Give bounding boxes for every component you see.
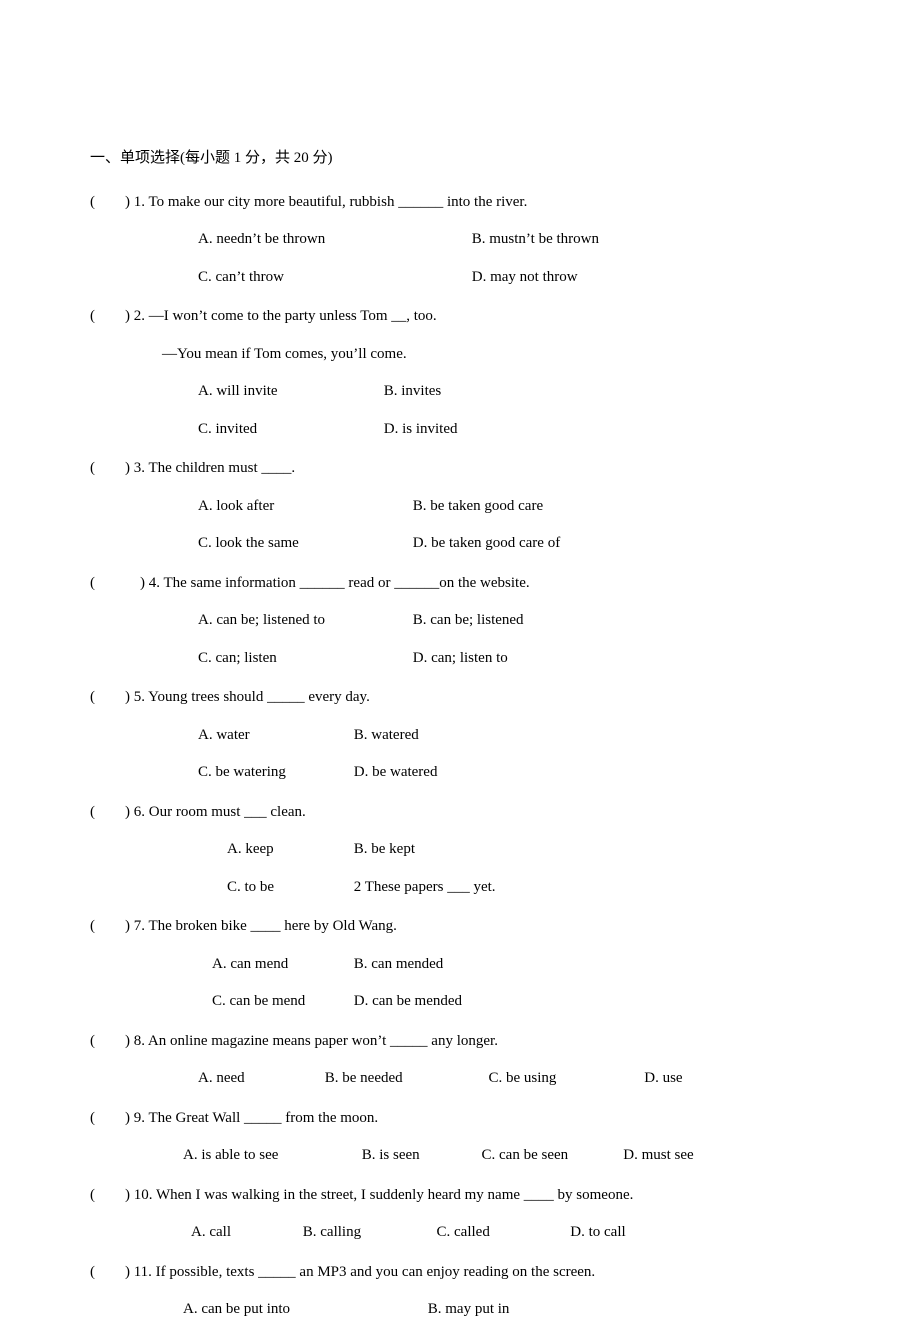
question-3-options-row1: A. look after B. be taken good care — [90, 488, 830, 526]
option-4C[interactable]: C. can; listen — [198, 640, 409, 678]
question-11-stem: ( ) 11. If possible, texts _____ an MP3 … — [90, 1254, 830, 1292]
option-6B[interactable]: B. be kept — [354, 831, 415, 869]
question-10: ( ) 10. When I was walking in the street… — [90, 1177, 830, 1252]
option-2B[interactable]: B. invites — [384, 373, 442, 411]
option-5A[interactable]: A. water — [198, 717, 350, 755]
question-2-options-row2: C. invited D. is invited — [90, 411, 830, 449]
question-9: ( ) 9. The Great Wall _____ from the moo… — [90, 1100, 830, 1175]
question-5-options-row1: A. water B. watered — [90, 717, 830, 755]
question-10-options-row1: A. call B. calling C. called D. to call — [90, 1214, 830, 1252]
question-6-options-row2: C. to be 2 These papers ___ yet. — [90, 869, 830, 907]
question-3-options-row2: C. look the same D. be taken good care o… — [90, 525, 830, 563]
question-2-options-row1: A. will invite B. invites — [90, 373, 830, 411]
option-1A[interactable]: A. needn’t be thrown — [198, 221, 468, 259]
option-3D[interactable]: D. be taken good care of — [413, 525, 560, 563]
option-9D[interactable]: D. must see — [623, 1137, 693, 1175]
question-5-options-row2: C. be watering D. be watered — [90, 754, 830, 792]
option-4A[interactable]: A. can be; listened to — [198, 602, 409, 640]
option-9A[interactable]: A. is able to see — [183, 1137, 358, 1175]
option-6C[interactable]: C. to be — [227, 869, 350, 907]
question-4-stem: ( ) 4. The same information ______ read … — [90, 565, 830, 603]
option-8C[interactable]: C. be using — [489, 1060, 641, 1098]
option-11B[interactable]: B. may put in — [428, 1291, 510, 1329]
question-2-stem: ( ) 2. —I won’t come to the party unless… — [90, 298, 830, 336]
question-6-options-row1: A. keep B. be kept — [90, 831, 830, 869]
option-6D[interactable]: 2 These papers ___ yet. — [354, 869, 496, 907]
option-5B[interactable]: B. watered — [354, 717, 419, 755]
option-10A[interactable]: A. call — [191, 1214, 299, 1252]
question-6: ( ) 6. Our room must ___ clean. A. keep … — [90, 794, 830, 907]
question-3: ( ) 3. The children must ____. A. look a… — [90, 450, 830, 563]
question-11-options-row1: A. can be put into B. may put in — [90, 1291, 830, 1329]
option-2C[interactable]: C. invited — [198, 411, 380, 449]
question-7-options-row1: A. can mend B. can mended — [90, 946, 830, 984]
option-6A[interactable]: A. keep — [227, 831, 350, 869]
option-8B[interactable]: B. be needed — [325, 1060, 485, 1098]
question-1: ( ) 1. To make our city more beautiful, … — [90, 184, 830, 297]
option-2A[interactable]: A. will invite — [198, 373, 380, 411]
question-11: ( ) 11. If possible, texts _____ an MP3 … — [90, 1254, 830, 1329]
question-4-options-row1: A. can be; listened to B. can be; listen… — [90, 602, 830, 640]
question-4: ( ) 4. The same information ______ read … — [90, 565, 830, 678]
option-4D[interactable]: D. can; listen to — [413, 640, 508, 678]
question-7: ( ) 7. The broken bike ____ here by Old … — [90, 908, 830, 1021]
question-8: ( ) 8. An online magazine means paper wo… — [90, 1023, 830, 1098]
option-4B[interactable]: B. can be; listened — [413, 602, 524, 640]
option-9B[interactable]: B. is seen — [362, 1137, 478, 1175]
option-3B[interactable]: B. be taken good care — [413, 488, 543, 526]
question-9-stem: ( ) 9. The Great Wall _____ from the moo… — [90, 1100, 830, 1138]
option-10C[interactable]: C. called — [437, 1214, 567, 1252]
option-10D[interactable]: D. to call — [570, 1214, 625, 1252]
question-6-stem: ( ) 6. Our room must ___ clean. — [90, 794, 830, 832]
question-2-line2: —You mean if Tom comes, you’ll come. — [90, 336, 830, 374]
question-3-stem: ( ) 3. The children must ____. — [90, 450, 830, 488]
question-2: ( ) 2. —I won’t come to the party unless… — [90, 298, 830, 448]
option-10B[interactable]: B. calling — [303, 1214, 433, 1252]
option-3C[interactable]: C. look the same — [198, 525, 409, 563]
option-1C[interactable]: C. can’t throw — [198, 259, 468, 297]
option-7B[interactable]: B. can mended — [354, 946, 444, 984]
question-7-stem: ( ) 7. The broken bike ____ here by Old … — [90, 908, 830, 946]
option-2D[interactable]: D. is invited — [384, 411, 458, 449]
question-9-options-row1: A. is able to see B. is seen C. can be s… — [90, 1137, 830, 1175]
question-8-stem: ( ) 8. An online magazine means paper wo… — [90, 1023, 830, 1061]
section-title: 一、单项选择(每小题 1 分，共 20 分) — [90, 140, 830, 178]
question-1-options-row1: A. needn’t be thrown B. mustn’t be throw… — [90, 221, 830, 259]
option-1B[interactable]: B. mustn’t be thrown — [472, 221, 599, 259]
option-11A[interactable]: A. can be put into — [183, 1291, 424, 1329]
question-4-options-row2: C. can; listen D. can; listen to — [90, 640, 830, 678]
option-8A[interactable]: A. need — [198, 1060, 321, 1098]
option-1D[interactable]: D. may not throw — [472, 259, 578, 297]
option-5D[interactable]: D. be watered — [354, 754, 438, 792]
option-9C[interactable]: C. can be seen — [482, 1137, 620, 1175]
option-7A[interactable]: A. can mend — [212, 946, 350, 984]
question-1-options-row2: C. can’t throw D. may not throw — [90, 259, 830, 297]
option-7D[interactable]: D. can be mended — [354, 983, 462, 1021]
worksheet-page: 一、单项选择(每小题 1 分，共 20 分) ( ) 1. To make ou… — [0, 0, 920, 1329]
question-10-stem: ( ) 10. When I was walking in the street… — [90, 1177, 830, 1215]
question-5-stem: ( ) 5. Young trees should _____ every da… — [90, 679, 830, 717]
option-7C[interactable]: C. can be mend — [212, 983, 350, 1021]
question-5: ( ) 5. Young trees should _____ every da… — [90, 679, 830, 792]
option-3A[interactable]: A. look after — [198, 488, 409, 526]
option-8D[interactable]: D. use — [644, 1060, 682, 1098]
question-7-options-row2: C. can be mend D. can be mended — [90, 983, 830, 1021]
option-5C[interactable]: C. be watering — [198, 754, 350, 792]
question-8-options-row1: A. need B. be needed C. be using D. use — [90, 1060, 830, 1098]
question-1-stem: ( ) 1. To make our city more beautiful, … — [90, 184, 830, 222]
